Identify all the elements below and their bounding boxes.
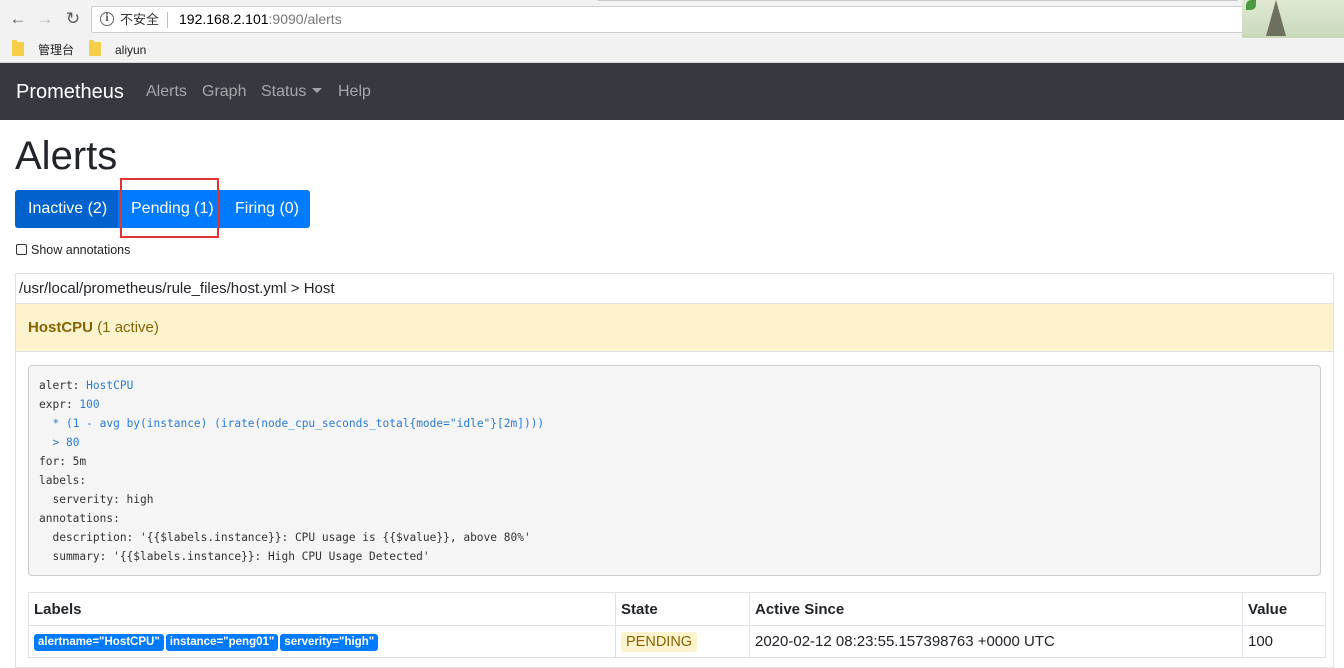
show-annotations-toggle[interactable]: Show annotations — [16, 243, 130, 257]
folder-icon — [89, 40, 101, 56]
forward-arrow-icon[interactable]: → — [35, 9, 55, 29]
code-line: * (1 - avg by(instance) (irate(node_cpu_… — [39, 414, 1310, 433]
brand-link[interactable]: Prometheus — [16, 81, 124, 104]
show-annotations-label: Show annotations — [31, 243, 131, 257]
bookmarks-bar: 管理台 aliyun — [0, 38, 1344, 63]
caret-down-icon — [312, 88, 323, 93]
code-line: annotations: — [39, 509, 1310, 528]
table-header-row: Labels State Active Since Value — [28, 592, 1326, 626]
label-badge: alertname="HostCPU" — [34, 634, 164, 651]
nav-alerts[interactable]: Alerts — [146, 83, 187, 101]
nav-graph[interactable]: Graph — [202, 83, 246, 101]
value-cell: 100 — [1242, 625, 1326, 658]
code-key: annotations: — [39, 512, 120, 525]
code-value: 100 — [79, 398, 100, 411]
show-annotations-checkbox[interactable] — [16, 244, 27, 255]
alert-rule-name[interactable]: HostCPU (1 active) — [28, 319, 159, 336]
inactive-filter-button[interactable]: Inactive (2) — [15, 190, 118, 228]
labels-cell: alertname="HostCPU" instance="peng01" serv… — [28, 625, 616, 658]
bookmark-label: 管理台 — [38, 43, 75, 57]
code-key: labels: — [39, 474, 87, 487]
code-key: for: 5m — [39, 455, 87, 468]
reload-icon[interactable]: ↻ — [63, 9, 83, 29]
alert-rule-header[interactable]: HostCPU (1 active) — [16, 303, 1333, 352]
code-key: description: '{{$labels.instance}}: CPU … — [39, 531, 531, 544]
label-badge: instance="peng01" — [165, 634, 279, 651]
code-line: > 80 — [39, 433, 1310, 452]
code-line: description: '{{$labels.instance}}: CPU … — [39, 528, 1310, 547]
nav-status-dropdown[interactable]: Status — [261, 83, 323, 101]
state-cell: PENDING — [615, 625, 750, 658]
code-line: labels: — [39, 471, 1310, 490]
nav-help[interactable]: Help — [338, 83, 371, 101]
code-key: serverity: high — [39, 493, 154, 506]
code-line: expr: 100 — [39, 395, 1310, 414]
bookmark-folder[interactable]: 管理台 — [12, 40, 75, 58]
code-key: alert: — [39, 379, 87, 392]
browser-toolbar: ← → ↻ i 不安全 192.168.2.101:9090/alerts — [0, 0, 1344, 40]
firing-filter-button[interactable]: Firing (0) — [222, 190, 310, 228]
label-badge: serverity="high" — [280, 634, 379, 651]
alert-active-count: (1 active) — [97, 319, 159, 336]
url-separator — [167, 12, 168, 28]
code-key — [39, 417, 52, 430]
column-header-value: Value — [1242, 592, 1326, 626]
table-row: alertname="HostCPU" instance="peng01" serv… — [28, 625, 1326, 658]
security-label[interactable]: 不安全 — [120, 7, 159, 32]
active-since-cell: 2020-02-12 08:23:55.157398763 +0000 UTC — [749, 625, 1243, 658]
rule-file-path: /usr/local/prometheus/rule_files/host.ym… — [19, 280, 335, 297]
info-icon[interactable]: i — [100, 12, 114, 26]
column-header-state: State — [615, 592, 750, 626]
extension-thumbnail[interactable] — [1242, 0, 1344, 40]
rule-group: /usr/local/prometheus/rule_files/host.ym… — [15, 273, 1334, 668]
tower-icon — [1266, 0, 1286, 36]
address-bar[interactable]: i 不安全 192.168.2.101:9090/alerts — [91, 6, 1251, 33]
code-line: for: 5m — [39, 452, 1310, 471]
tab-strip-edge — [598, 0, 1238, 3]
url-text[interactable]: 192.168.2.101:9090/alerts — [179, 7, 342, 32]
page-title: Alerts — [15, 134, 118, 178]
code-line: alert: HostCPU — [39, 376, 1310, 395]
navbar: Prometheus Alerts Graph Status Help — [0, 63, 1344, 120]
column-header-labels: Labels — [28, 592, 616, 626]
code-key: expr: — [39, 398, 80, 411]
bookmark-folder[interactable]: aliyun — [89, 40, 147, 58]
leaf-icon — [1246, 0, 1256, 10]
code-line: serverity: high — [39, 490, 1310, 509]
active-alerts-table: Labels State Active Since Value alertnam… — [28, 592, 1326, 658]
code-key: summary: '{{$labels.instance}}: High CPU… — [39, 550, 430, 563]
bookmark-label: aliyun — [115, 43, 147, 57]
code-value: > 80 — [52, 436, 80, 449]
folder-icon — [12, 40, 24, 56]
code-key — [39, 436, 52, 449]
rule-definition-code: alert: HostCPU expr: 100 * (1 - avg by(in… — [28, 365, 1321, 576]
code-line: summary: '{{$labels.instance}}: High CPU… — [39, 547, 1310, 566]
back-arrow-icon[interactable]: ← — [8, 9, 28, 29]
annotation-highlight-box — [120, 178, 219, 238]
code-value: * (1 - avg by(instance) (irate(node_cpu_… — [52, 417, 545, 430]
code-value: HostCPU — [86, 379, 134, 392]
column-header-active-since: Active Since — [749, 592, 1243, 626]
state-badge: PENDING — [621, 631, 698, 652]
